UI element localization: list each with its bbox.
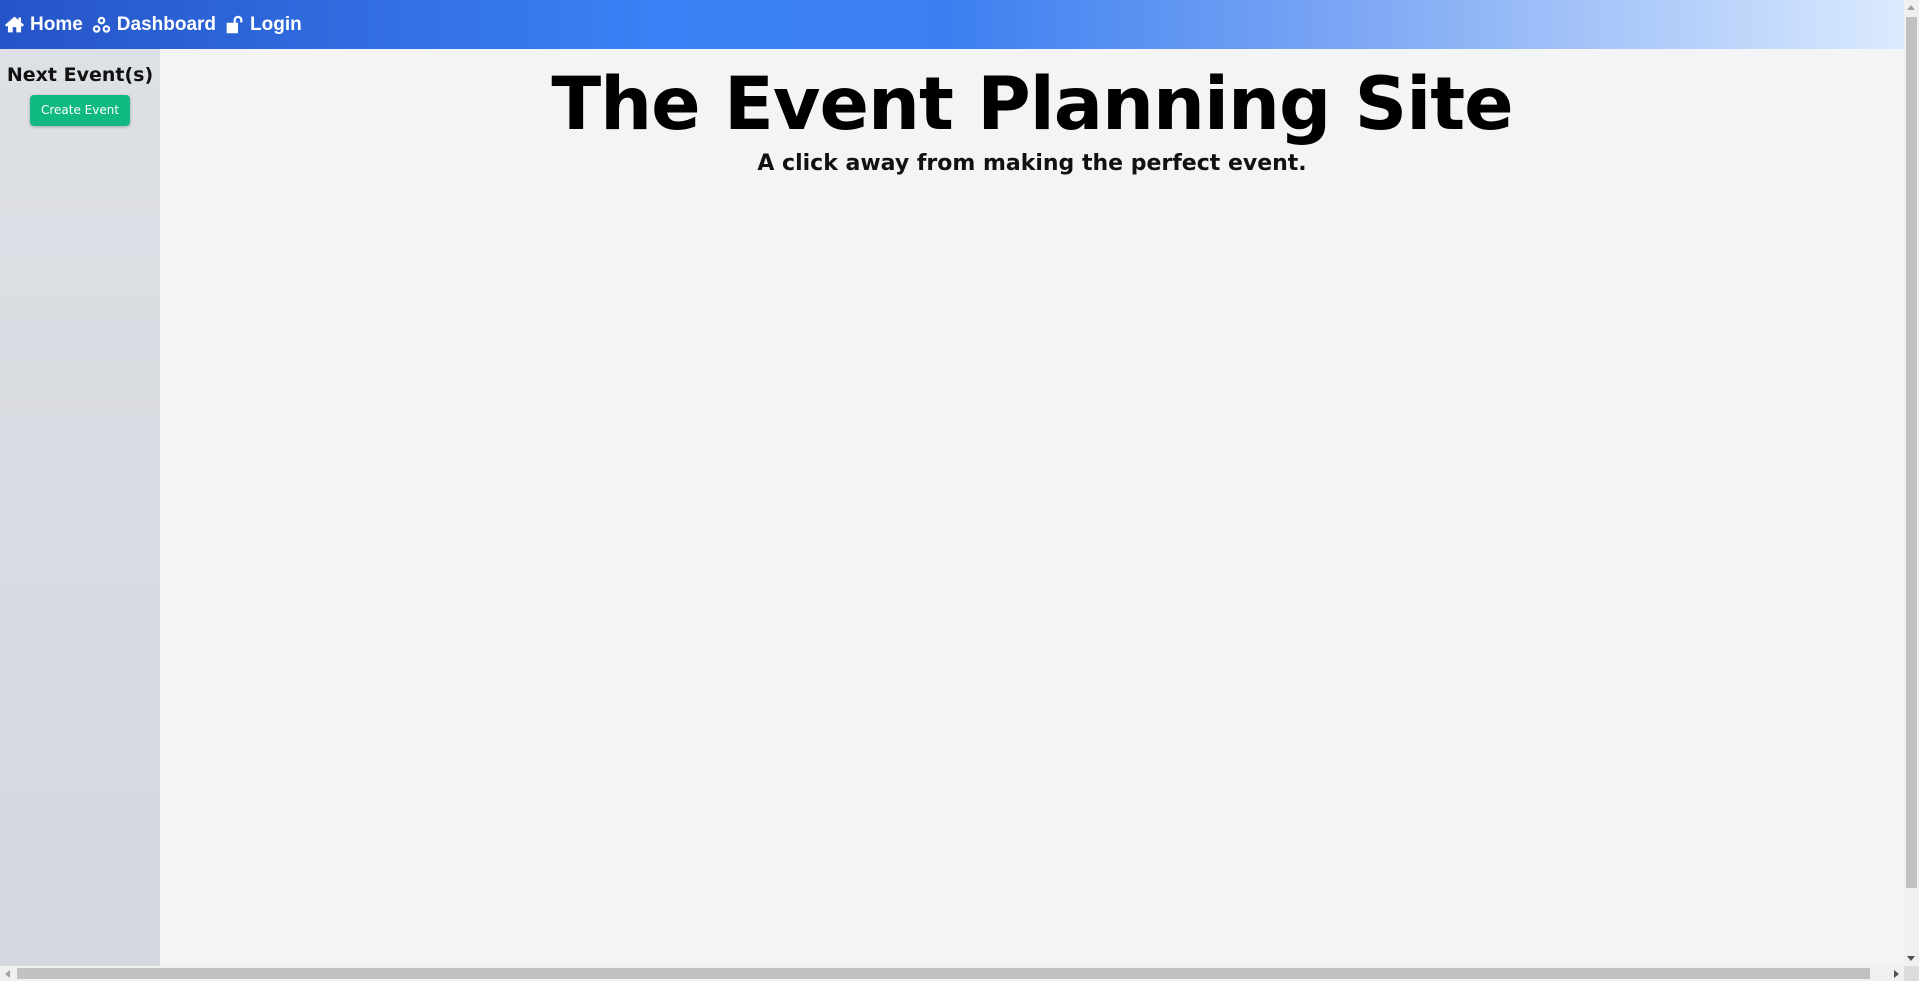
scroll-right-arrow-icon[interactable]	[1894, 970, 1899, 978]
top-navbar: Home Dashboard Login	[0, 0, 1904, 49]
nav-login-link[interactable]: Login	[224, 0, 302, 49]
home-icon	[4, 16, 25, 33]
nav-home-link[interactable]: Home	[4, 0, 83, 49]
vertical-scroll-thumb[interactable]	[1906, 17, 1917, 888]
horizontal-scroll-thumb[interactable]	[17, 968, 1870, 979]
create-event-button[interactable]: Create Event	[30, 95, 130, 126]
dashboard-icon	[92, 16, 110, 33]
hero-section: The Event Planning Site A click away fro…	[160, 49, 1904, 176]
nav-dashboard-label: Dashboard	[116, 13, 217, 35]
page-title: The Event Planning Site	[551, 62, 1513, 147]
page-subtitle: A click away from making the perfect eve…	[757, 151, 1307, 176]
scroll-left-arrow-icon[interactable]	[5, 970, 10, 978]
horizontal-scrollbar[interactable]	[0, 966, 1904, 981]
unlock-icon	[226, 15, 243, 34]
scroll-down-arrow-icon[interactable]	[1907, 956, 1915, 961]
nav-home-label: Home	[30, 13, 83, 35]
sidebar: Next Event(s) Create Event	[0, 49, 160, 966]
sidebar-title: Next Event(s)	[6, 64, 154, 86]
vertical-scrollbar[interactable]	[1904, 0, 1919, 966]
page-viewport: Home Dashboard Login Next Event(s) Creat…	[0, 0, 1904, 966]
scroll-up-arrow-icon[interactable]	[1907, 5, 1915, 10]
nav-dashboard-link[interactable]: Dashboard	[91, 0, 216, 49]
scrollbar-corner	[1904, 966, 1919, 981]
nav-login-label: Login	[250, 13, 302, 35]
